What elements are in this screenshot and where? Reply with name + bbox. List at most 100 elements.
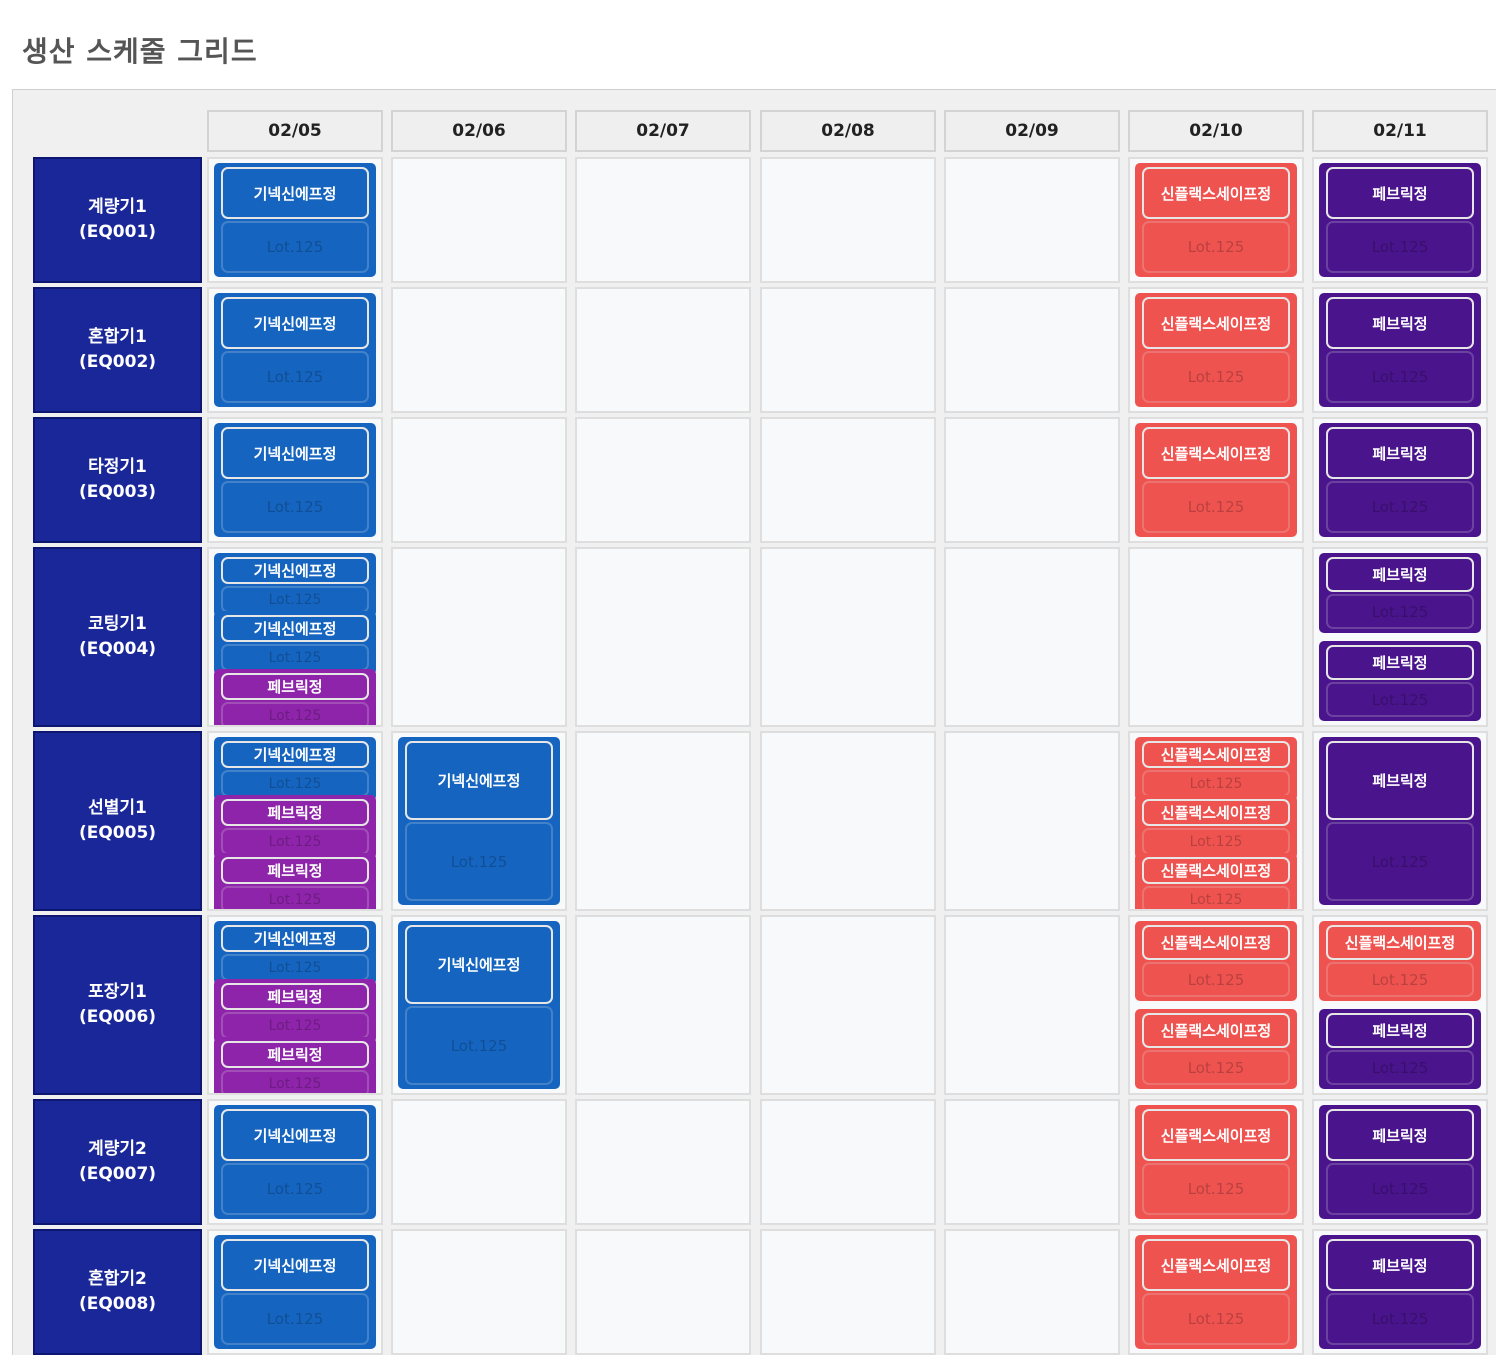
schedule-cell[interactable]: 페브릭정 Lot.125 [1312, 1099, 1488, 1225]
job-card[interactable]: 기넥신에프정 Lot.125 [214, 293, 376, 407]
job-card[interactable]: 페브릭정 Lot.125 [1319, 553, 1481, 633]
schedule-cell[interactable] [944, 731, 1120, 911]
schedule-cell[interactable] [1128, 547, 1304, 727]
schedule-cell[interactable]: 기넥신에프정 Lot.125 [207, 157, 383, 283]
date-header[interactable]: 02/07 [575, 110, 751, 152]
schedule-cell[interactable]: 페브릭정 Lot.125 [1312, 1229, 1488, 1355]
schedule-cell[interactable]: 페브릭정 Lot.125 페브릭정 Lot.125 [1312, 547, 1488, 727]
equipment-label[interactable]: 코팅기1 (EQ004) [33, 547, 202, 727]
equipment-label[interactable]: 계량기2 (EQ007) [33, 1099, 202, 1225]
job-card[interactable]: 페브릭정 Lot.125 [1319, 1105, 1481, 1219]
schedule-cell[interactable] [760, 287, 936, 413]
equipment-label[interactable]: 계량기1 (EQ001) [33, 157, 202, 283]
schedule-cell[interactable] [575, 731, 751, 911]
schedule-cell[interactable] [575, 287, 751, 413]
schedule-cell[interactable]: 페브릭정 Lot.125 [1312, 731, 1488, 911]
schedule-cell[interactable]: 신플랙스세이프정 Lot.125 [1128, 1099, 1304, 1225]
schedule-cell[interactable] [391, 157, 567, 283]
schedule-cell[interactable] [760, 157, 936, 283]
schedule-cell[interactable]: 신플랙스세이프정 Lot.125 페브릭정 Lot.125 [1312, 915, 1488, 1095]
schedule-cell[interactable] [944, 417, 1120, 543]
schedule-cell[interactable] [944, 915, 1120, 1095]
job-card[interactable]: 페브릭정 Lot.125 [214, 979, 376, 1043]
schedule-cell[interactable] [944, 1229, 1120, 1355]
job-card[interactable]: 기넥신에프정 Lot.125 [398, 737, 560, 905]
schedule-cell[interactable]: 기넥신에프정 Lot.125 [207, 1229, 383, 1355]
date-header[interactable]: 02/11 [1312, 110, 1488, 152]
schedule-cell[interactable] [944, 157, 1120, 283]
schedule-cell[interactable] [944, 287, 1120, 413]
job-card[interactable]: 신플랙스세이프정 Lot.125 [1135, 1105, 1297, 1219]
schedule-cell[interactable]: 신플랙스세이프정 Lot.125 신플랙스세이프정 Lot.125 [1128, 915, 1304, 1095]
equipment-label[interactable]: 혼합기2 (EQ008) [33, 1229, 202, 1355]
schedule-cell[interactable] [575, 915, 751, 1095]
schedule-cell[interactable] [391, 1099, 567, 1225]
job-card[interactable]: 페브릭정 Lot.125 [214, 795, 376, 859]
job-card[interactable]: 신플랙스세이프정 Lot.125 [1135, 737, 1297, 801]
job-card[interactable]: 페브릭정 Lot.125 [214, 669, 376, 725]
schedule-cell[interactable]: 기넥신에프정 Lot.125 [391, 915, 567, 1095]
equipment-label[interactable]: 타정기1 (EQ003) [33, 417, 202, 543]
schedule-cell[interactable] [760, 1229, 936, 1355]
job-card[interactable]: 기넥신에프정 Lot.125 [214, 553, 376, 617]
job-card[interactable]: 기넥신에프정 Lot.125 [214, 611, 376, 675]
job-card[interactable]: 페브릭정 Lot.125 [1319, 737, 1481, 905]
date-header[interactable]: 02/05 [207, 110, 383, 152]
schedule-cell[interactable] [760, 915, 936, 1095]
schedule-cell[interactable]: 신플랙스세이프정 Lot.125 [1128, 417, 1304, 543]
date-header[interactable]: 02/08 [760, 110, 936, 152]
date-header[interactable]: 02/06 [391, 110, 567, 152]
schedule-cell[interactable] [391, 547, 567, 727]
job-card[interactable]: 페브릭정 Lot.125 [1319, 1235, 1481, 1349]
schedule-cell[interactable] [760, 417, 936, 543]
date-header[interactable]: 02/09 [944, 110, 1120, 152]
job-card[interactable]: 페브릭정 Lot.125 [214, 1037, 376, 1093]
job-card[interactable]: 페브릭정 Lot.125 [1319, 163, 1481, 277]
schedule-cell[interactable] [760, 547, 936, 727]
equipment-label[interactable]: 포장기1 (EQ006) [33, 915, 202, 1095]
schedule-cell[interactable]: 기넥신에프정 Lot.125 [207, 287, 383, 413]
schedule-cell[interactable] [575, 157, 751, 283]
job-card[interactable]: 신플랙스세이프정 Lot.125 [1135, 1009, 1297, 1089]
schedule-cell[interactable]: 기넥신에프정 Lot.125 [207, 417, 383, 543]
schedule-cell[interactable]: 기넥신에프정 Lot.125 페브릭정 Lot.125 페브릭정 Lot.125 [207, 915, 383, 1095]
job-card[interactable]: 기넥신에프정 Lot.125 [214, 1235, 376, 1349]
job-card[interactable]: 기넥신에프정 Lot.125 [214, 423, 376, 537]
job-card[interactable]: 기넥신에프정 Lot.125 [214, 921, 376, 985]
schedule-cell[interactable] [760, 731, 936, 911]
job-card[interactable]: 신플랙스세이프정 Lot.125 [1135, 293, 1297, 407]
schedule-cell[interactable] [760, 1099, 936, 1225]
schedule-cell[interactable]: 신플랙스세이프정 Lot.125 [1128, 287, 1304, 413]
schedule-cell[interactable]: 기넥신에프정 Lot.125 [391, 731, 567, 911]
job-card[interactable]: 기넥신에프정 Lot.125 [398, 921, 560, 1089]
schedule-cell[interactable]: 기넥신에프정 Lot.125 페브릭정 Lot.125 페브릭정 Lot.125 [207, 731, 383, 911]
schedule-cell[interactable]: 신플랙스세이프정 Lot.125 [1128, 157, 1304, 283]
schedule-cell[interactable]: 페브릭정 Lot.125 [1312, 157, 1488, 283]
schedule-cell[interactable] [391, 287, 567, 413]
schedule-cell[interactable]: 신플랙스세이프정 Lot.125 [1128, 1229, 1304, 1355]
job-card[interactable]: 신플랙스세이프정 Lot.125 [1135, 1235, 1297, 1349]
schedule-cell[interactable]: 페브릭정 Lot.125 [1312, 417, 1488, 543]
schedule-cell[interactable] [575, 1099, 751, 1225]
job-card[interactable]: 신플랙스세이프정 Lot.125 [1135, 795, 1297, 859]
job-card[interactable]: 신플랙스세이프정 Lot.125 [1135, 163, 1297, 277]
schedule-cell[interactable] [391, 1229, 567, 1355]
schedule-cell[interactable] [391, 417, 567, 543]
job-card[interactable]: 기넥신에프정 Lot.125 [214, 1105, 376, 1219]
job-card[interactable]: 신플랙스세이프정 Lot.125 [1319, 921, 1481, 1001]
schedule-cell[interactable] [575, 1229, 751, 1355]
equipment-label[interactable]: 선별기1 (EQ005) [33, 731, 202, 911]
schedule-cell[interactable] [944, 547, 1120, 727]
job-card[interactable]: 페브릭정 Lot.125 [1319, 641, 1481, 721]
schedule-cell[interactable] [575, 547, 751, 727]
job-card[interactable]: 페브릭정 Lot.125 [1319, 293, 1481, 407]
job-card[interactable]: 신플랙스세이프정 Lot.125 [1135, 853, 1297, 909]
schedule-cell[interactable] [944, 1099, 1120, 1225]
job-card[interactable]: 페브릭정 Lot.125 [1319, 1009, 1481, 1089]
equipment-label[interactable]: 혼합기1 (EQ002) [33, 287, 202, 413]
date-header[interactable]: 02/10 [1128, 110, 1304, 152]
job-card[interactable]: 페브릭정 Lot.125 [1319, 423, 1481, 537]
job-card[interactable]: 페브릭정 Lot.125 [214, 853, 376, 909]
job-card[interactable]: 신플랙스세이프정 Lot.125 [1135, 921, 1297, 1001]
job-card[interactable]: 기넥신에프정 Lot.125 [214, 163, 376, 277]
